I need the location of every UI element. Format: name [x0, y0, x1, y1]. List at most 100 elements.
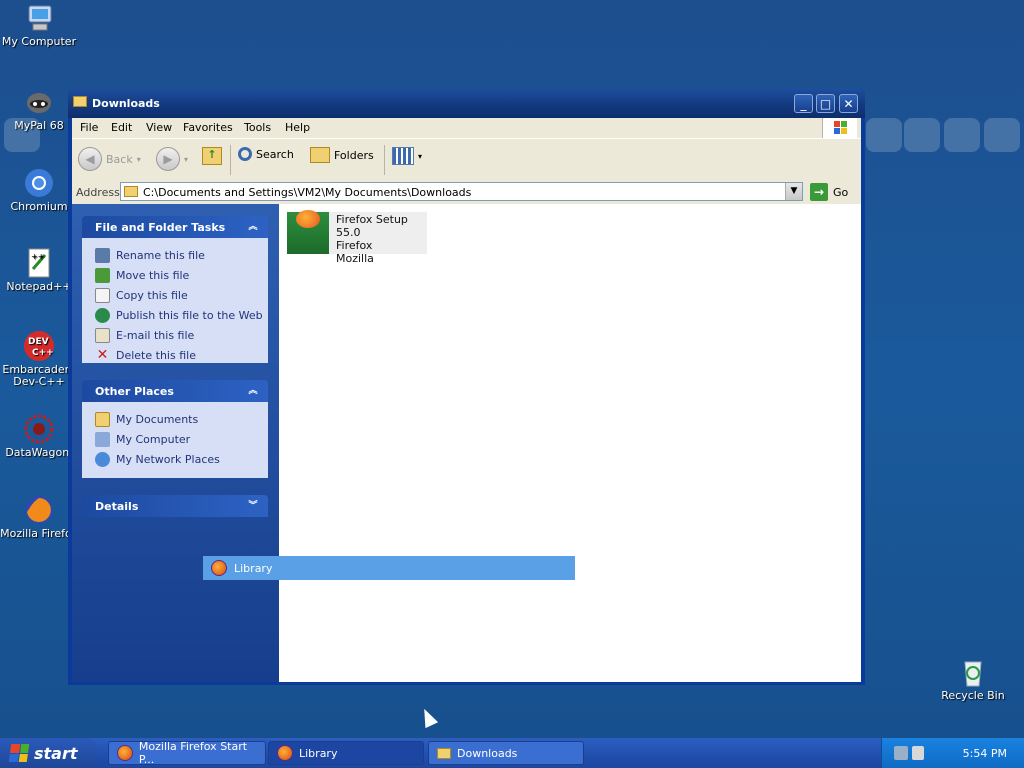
- folder-icon: [73, 96, 87, 107]
- desktop-icon-label: DataWagon.: [5, 446, 73, 459]
- network-tray-icon[interactable]: [894, 746, 908, 760]
- place-my-network-places[interactable]: My Network Places: [95, 452, 220, 467]
- file-item[interactable]: Firefox Setup 55.0 Firefox Mozilla: [287, 210, 427, 265]
- address-value: C:\Documents and Settings\VM2\My Documen…: [143, 186, 472, 199]
- task-move[interactable]: Move this file: [95, 268, 189, 283]
- rename-icon: [95, 248, 110, 263]
- back-button[interactable]: ◀ Back ▾: [78, 147, 141, 171]
- place-my-computer[interactable]: My Computer: [95, 432, 190, 447]
- toolbar: ◀ Back ▾ ▶ ▾ ↑ Search Folders ▾: [72, 138, 861, 182]
- panel-title: Other Places: [95, 385, 174, 398]
- raccoon-icon: [23, 86, 55, 118]
- desktop-icon-notepadpp[interactable]: ++ Notepad++: [0, 247, 78, 293]
- details-header[interactable]: Details ︾: [82, 495, 268, 517]
- toolbar-separator: [384, 145, 385, 175]
- desktop-tile: [984, 118, 1020, 152]
- menu-view[interactable]: View: [146, 121, 172, 134]
- minimize-button[interactable]: _: [794, 94, 813, 113]
- task-label: Publish this file to the Web: [116, 309, 263, 322]
- library-label: Library: [234, 561, 273, 575]
- computer-icon: [95, 432, 110, 447]
- start-label: start: [34, 743, 78, 763]
- menu-tools[interactable]: Tools: [244, 121, 271, 134]
- menu-file[interactable]: File: [80, 121, 98, 134]
- system-tray: 5:54 PM: [881, 738, 1024, 768]
- folders-button[interactable]: Folders: [310, 147, 374, 163]
- other-places-header[interactable]: Other Places ︽: [82, 380, 268, 402]
- computer-icon: [23, 2, 55, 34]
- firefox-icon: [117, 745, 133, 761]
- desktop-icon-label: Embarcadero Dev-C++: [2, 363, 76, 388]
- desktop-icon-label: Notepad++: [6, 280, 72, 293]
- close-button[interactable]: ✕: [839, 94, 858, 113]
- task-email[interactable]: E-mail this file: [95, 328, 194, 343]
- windows-flag-icon: [8, 744, 30, 762]
- file-company: Mozilla: [336, 252, 374, 265]
- desktop-icon-label: My Computer: [1, 35, 77, 48]
- email-icon: [95, 328, 110, 343]
- menu-edit[interactable]: Edit: [111, 121, 132, 134]
- maximize-button[interactable]: □: [816, 94, 835, 113]
- place-my-documents[interactable]: My Documents: [95, 412, 198, 427]
- menu-favorites[interactable]: Favorites: [183, 121, 233, 134]
- go-button[interactable]: → Go: [810, 183, 848, 201]
- start-button[interactable]: start: [0, 738, 97, 768]
- globe-icon: [95, 308, 110, 323]
- desktop-icon-my-computer[interactable]: My Computer: [0, 2, 78, 48]
- desktop-icon-datawagon[interactable]: DataWagon.: [0, 413, 78, 459]
- svg-text:++: ++: [31, 252, 44, 261]
- up-folder-button[interactable]: ↑: [202, 147, 222, 165]
- delete-x-icon: ✕: [96, 347, 109, 363]
- toolbar-separator: [230, 145, 231, 175]
- task-rename[interactable]: Rename this file: [95, 248, 205, 263]
- forward-arrow-icon: ▶: [156, 147, 180, 171]
- address-input[interactable]: C:\Documents and Settings\VM2\My Documen…: [120, 182, 803, 201]
- volume-tray-icon[interactable]: [912, 746, 924, 760]
- taskbar-item-library[interactable]: Library: [268, 741, 424, 765]
- desktop-tile: [866, 118, 902, 152]
- forward-button[interactable]: ▶ ▾: [156, 147, 188, 171]
- task-label: Rename this file: [116, 249, 205, 262]
- file-type: Firefox: [336, 239, 373, 252]
- desktop-icon-firefox[interactable]: Mozilla Firefox: [0, 494, 78, 540]
- desktop-icon-devcpp[interactable]: DEV C++ Embarcadero Dev-C++: [0, 330, 78, 388]
- desktop-icon-chromium[interactable]: Chromium: [0, 167, 78, 213]
- folders-label: Folders: [334, 148, 374, 162]
- back-arrow-icon: ◀: [78, 147, 102, 171]
- task-publish[interactable]: Publish this file to the Web: [95, 308, 263, 323]
- search-button[interactable]: Search: [238, 147, 294, 161]
- clock: 5:54 PM: [962, 747, 1007, 760]
- address-dropdown-button[interactable]: ▼: [785, 183, 802, 200]
- task-label: E-mail this file: [116, 329, 195, 342]
- taskbar: start Mozilla Firefox Start P... Library…: [0, 738, 1024, 768]
- notepad-icon: ++: [23, 247, 55, 279]
- explorer-window: Downloads _ □ ✕ File Edit View Favorites…: [68, 88, 865, 685]
- task-copy[interactable]: Copy this file: [95, 288, 188, 303]
- title-bar[interactable]: Downloads _ □ ✕: [68, 88, 865, 118]
- address-label: Address: [76, 186, 120, 199]
- folders-icon: [310, 147, 330, 163]
- file-folder-tasks-header[interactable]: File and Folder Tasks ︽: [82, 216, 268, 238]
- chevron-down-icon[interactable]: ︾: [246, 499, 260, 513]
- taskbar-item-downloads[interactable]: Downloads: [428, 741, 584, 765]
- taskbar-item-firefox[interactable]: Mozilla Firefox Start P...: [108, 740, 266, 766]
- chevron-up-icon[interactable]: ︽: [246, 220, 260, 234]
- chevron-up-icon[interactable]: ︽: [246, 384, 260, 398]
- firefox-icon: [277, 745, 293, 761]
- recycle-bin-icon: [957, 656, 989, 688]
- library-drag-item[interactable]: Library: [203, 556, 575, 580]
- desktop-icon-label: Mozilla Firefox: [0, 527, 78, 540]
- file-name: Firefox Setup 55.0: [336, 213, 408, 239]
- desktop-tile: [944, 118, 980, 152]
- search-icon: [238, 147, 252, 161]
- firefox-icon: [211, 560, 227, 576]
- views-button[interactable]: ▾: [392, 147, 422, 165]
- task-delete[interactable]: ✕ Delete this file: [95, 348, 196, 363]
- taskbar-item-label: Downloads: [457, 746, 518, 760]
- search-label: Search: [256, 147, 294, 161]
- desktop-icon-mypal[interactable]: MyPal 68: [0, 86, 78, 132]
- chevron-down-icon: ▾: [418, 151, 423, 161]
- menu-help[interactable]: Help: [285, 121, 310, 134]
- chevron-down-icon: ▾: [184, 154, 189, 164]
- desktop-icon-recycle-bin[interactable]: Recycle Bin: [934, 656, 1012, 702]
